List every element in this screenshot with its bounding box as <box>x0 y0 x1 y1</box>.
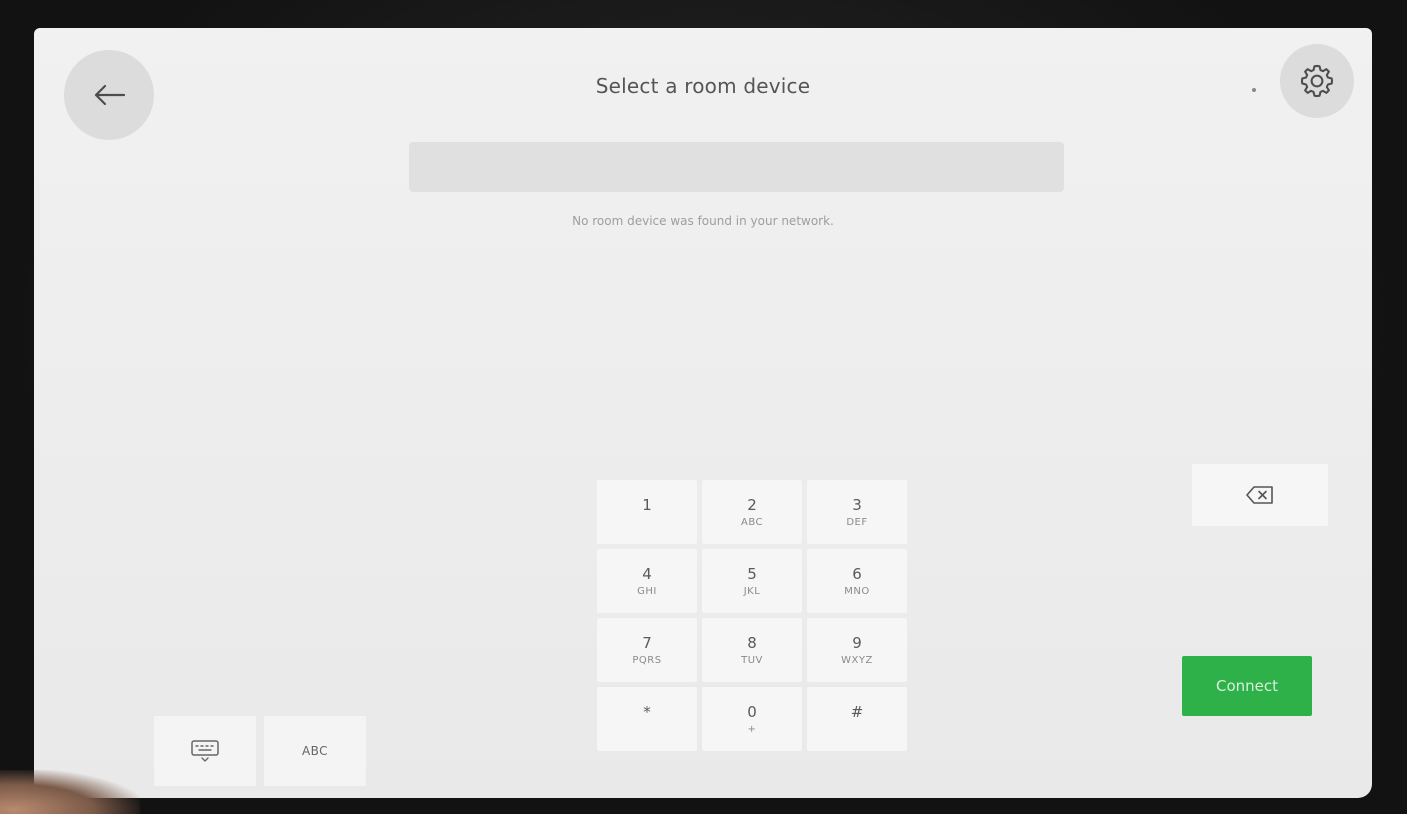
key-letters: WXYZ <box>841 655 873 666</box>
key-number: 6 <box>852 565 862 583</box>
key-number: 4 <box>642 565 652 583</box>
connect-button[interactable]: Connect <box>1182 656 1312 716</box>
keypad-key-0[interactable]: 0 + <box>702 687 802 751</box>
key-number: # <box>850 703 864 721</box>
keypad-key-star[interactable]: * <box>597 687 697 751</box>
keypad-key-hash[interactable]: # <box>807 687 907 751</box>
key-letters: TUV <box>741 655 763 666</box>
page-title: Select a room device <box>595 74 811 98</box>
key-letters: GHI <box>637 586 657 597</box>
backspace-button[interactable] <box>1192 464 1328 526</box>
key-number: 0 <box>747 703 757 721</box>
keypad-key-3[interactable]: 3 DEF <box>807 480 907 544</box>
device-search-input[interactable] <box>409 142 1064 192</box>
keyboard-toggle-button[interactable] <box>154 716 256 786</box>
key-letters: ABC <box>740 517 763 528</box>
backspace-icon <box>1246 486 1273 504</box>
key-number: 5 <box>747 565 757 583</box>
key-number: * <box>643 703 651 721</box>
key-letters: DEF <box>846 517 868 528</box>
key-number: 9 <box>852 634 862 652</box>
dial-keypad: 1 2 ABC 3 DEF 4 GHI 5 JKL 6 MNO 7 PQRS 8 TUV 9 W… <box>597 480 909 751</box>
keypad-key-5[interactable]: 5 JKL <box>702 549 802 613</box>
keypad-key-4[interactable]: 4 GHI <box>597 549 697 613</box>
indicator-dot <box>1252 88 1256 92</box>
settings-button[interactable] <box>1280 44 1354 118</box>
key-number: 7 <box>642 634 652 652</box>
touch-screen: Select a room device No room device was … <box>34 28 1372 798</box>
key-number: 2 <box>747 496 757 514</box>
keypad-key-7[interactable]: 7 PQRS <box>597 618 697 682</box>
key-letters: PQRS <box>632 655 662 666</box>
key-letters: JKL <box>743 586 761 597</box>
key-letters: + <box>747 724 757 735</box>
gear-icon <box>1300 64 1334 98</box>
keypad-key-1[interactable]: 1 <box>597 480 697 544</box>
keypad-key-2[interactable]: 2 ABC <box>702 480 802 544</box>
key-letters: MNO <box>844 586 870 597</box>
key-number: 3 <box>852 496 862 514</box>
abc-mode-button[interactable]: ABC <box>264 716 366 786</box>
key-number: 1 <box>642 496 652 514</box>
key-number: 8 <box>747 634 757 652</box>
keyboard-icon <box>191 740 219 762</box>
keypad-key-8[interactable]: 8 TUV <box>702 618 802 682</box>
status-message: No room device was found in your network… <box>572 214 834 228</box>
keypad-key-6[interactable]: 6 MNO <box>807 549 907 613</box>
finger <box>0 770 140 814</box>
keypad-key-9[interactable]: 9 WXYZ <box>807 618 907 682</box>
